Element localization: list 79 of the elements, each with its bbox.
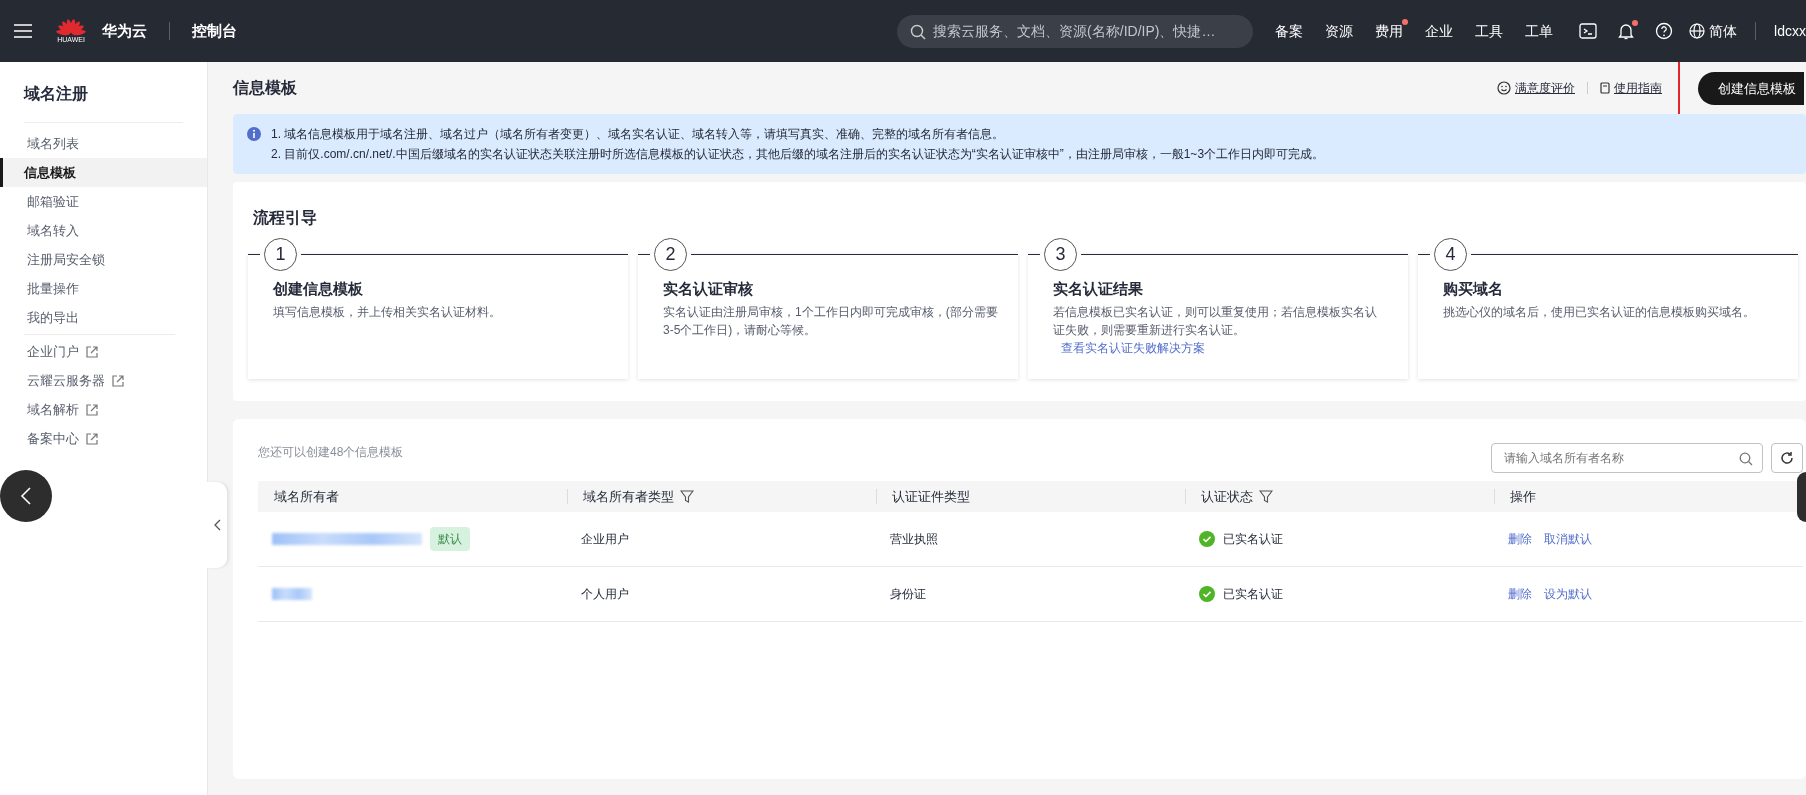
notice-text: 2. 目前仅.com/.cn/.net/.中国后缀域名的实名认证状态关联注册时所选信息模板的认证状态，其他后缀的域名注册后的实名认证状态为“实名认证审核中”，由注册局审核，一般1~3个工作日内即可完成。 — [271, 146, 1326, 163]
search-field[interactable]: 搜索云服务、文档、资源(名称/ID/IP)、快捷… — [897, 14, 1254, 48]
nav-link[interactable]: 工单 — [1525, 20, 1554, 42]
filter-icon[interactable] — [680, 490, 694, 503]
step-title: 创建信息模板 — [272, 279, 364, 299]
filter-icon[interactable] — [1259, 490, 1273, 503]
step-description: 填写信息模板，并上传相关实名认证材料。 — [272, 303, 502, 321]
help-icon[interactable] — [1655, 22, 1674, 40]
default-tag: 默认 — [430, 527, 470, 551]
table-cell: 营业执照 — [876, 512, 1185, 567]
sidebar-item[interactable]: 批量操作 — [0, 274, 207, 303]
step-title: 实名认证审核 — [662, 279, 754, 299]
back-button[interactable] — [0, 470, 52, 522]
guide-link[interactable]: 使用指南 — [1600, 79, 1662, 97]
sidebar-item[interactable]: 域名解析 — [0, 395, 207, 424]
sidebar-item[interactable]: 邮箱验证 — [0, 187, 207, 216]
sidebar-item[interactable]: 备案中心 — [0, 424, 207, 453]
brand-name: 华为云 — [102, 20, 147, 41]
nav-link[interactable]: 资源 — [1325, 20, 1354, 42]
step-title: 实名认证结果 — [1052, 279, 1144, 299]
action-link[interactable]: 取消默认 — [1544, 530, 1592, 548]
header-text: 域名所有者类型 — [583, 487, 674, 506]
action-link[interactable]: 删除 — [1508, 530, 1532, 548]
sidebar-item[interactable]: 注册局安全锁 — [0, 245, 207, 274]
console-link[interactable]: 控制台 — [192, 19, 237, 43]
sidebar-item[interactable]: 域名转入 — [0, 216, 207, 245]
nav-link[interactable]: 备案 — [1275, 20, 1304, 42]
language-menu[interactable]: 简体 — [1689, 20, 1738, 42]
user-name[interactable]: ldcxx — [1774, 20, 1806, 42]
sidebar-item[interactable]: 域名列表 — [0, 129, 207, 158]
quota-text: 您还可以创建48个信息模板 — [258, 444, 404, 461]
sidebar-item[interactable]: 云耀云服务器 — [0, 366, 207, 395]
header-text: 认证状态 — [1201, 487, 1253, 506]
external-link-icon — [85, 344, 99, 359]
table-cell: 个人用户 — [567, 567, 876, 622]
external-link-icon — [85, 402, 99, 417]
refresh-icon — [1780, 451, 1794, 465]
menu-icon[interactable] — [14, 24, 32, 38]
external-link-icon — [85, 431, 99, 446]
nav-link[interactable]: 工具 — [1475, 20, 1504, 42]
header-text: 操作 — [1510, 487, 1536, 506]
sidebar-title: 域名注册 — [24, 72, 183, 123]
header-text: 认证证件类型 — [892, 487, 970, 506]
feedback-link[interactable]: 满意度评价 — [1497, 79, 1575, 97]
floating-button[interactable] — [1797, 472, 1806, 522]
notice-text: 1. 域名信息模板用于域名注册、域名过户（域名所有者变更）、域名实名认证、域名转入等，请填写真实、准确、完整的域名所有者信息。 — [271, 126, 1006, 143]
sidebar-item[interactable]: 信息模板 — [0, 158, 207, 187]
header-text: 域名所有者 — [274, 487, 339, 506]
globe-icon — [1689, 23, 1706, 39]
info-icon — [247, 127, 261, 141]
table-cell: 身份证 — [876, 567, 1185, 622]
smiley-icon — [1497, 81, 1511, 95]
search-field[interactable]: 请输入域名所有者名称 — [1491, 443, 1763, 473]
external-link-icon — [111, 373, 125, 388]
chevron-left-icon — [213, 519, 221, 531]
step-description: 挑选心仪的域名后，使用已实名认证的信息模板购买域名。 — [1442, 303, 1756, 321]
status-text: 已实名认证 — [1223, 586, 1283, 603]
document-icon — [1600, 82, 1610, 94]
step-description: 实名认证由注册局审核，1个工作日内即可完成审核，(部分需要3-5个工作日)，请耐心等候。 — [662, 303, 999, 339]
help-link[interactable]: 查看实名认证失败解决方案 — [1061, 340, 1205, 355]
step-description: 若信息模板已实名认证，则可以重复使用；若信息模板实名认证失败，则需要重新进行实名认证。 查看实名认证失败解决方案 — [1052, 303, 1378, 357]
nav-link[interactable]: 企业 — [1425, 20, 1454, 42]
chevron-left-icon — [20, 486, 32, 506]
sidebar-item[interactable]: 企业门户 — [0, 337, 207, 366]
page-title: 信息模板 — [233, 78, 297, 98]
section-title: 流程引导 — [252, 208, 318, 228]
refresh-button[interactable] — [1771, 443, 1803, 473]
create-template-button[interactable]: 创建信息模板 — [1698, 72, 1804, 105]
sidebar-item[interactable]: 我的导出 — [0, 303, 207, 332]
action-link[interactable]: 设为默认 — [1544, 585, 1592, 603]
terminal-icon[interactable] — [1579, 22, 1598, 40]
action-link[interactable]: 删除 — [1508, 585, 1532, 603]
status-text: 已实名认证 — [1223, 531, 1283, 548]
logo-icon — [56, 18, 86, 36]
search-icon — [1739, 452, 1753, 466]
bell-icon[interactable] — [1617, 22, 1636, 40]
step-title: 购买域名 — [1442, 279, 1504, 299]
table-cell: 企业用户 — [567, 512, 876, 567]
redacted-text — [272, 588, 312, 600]
